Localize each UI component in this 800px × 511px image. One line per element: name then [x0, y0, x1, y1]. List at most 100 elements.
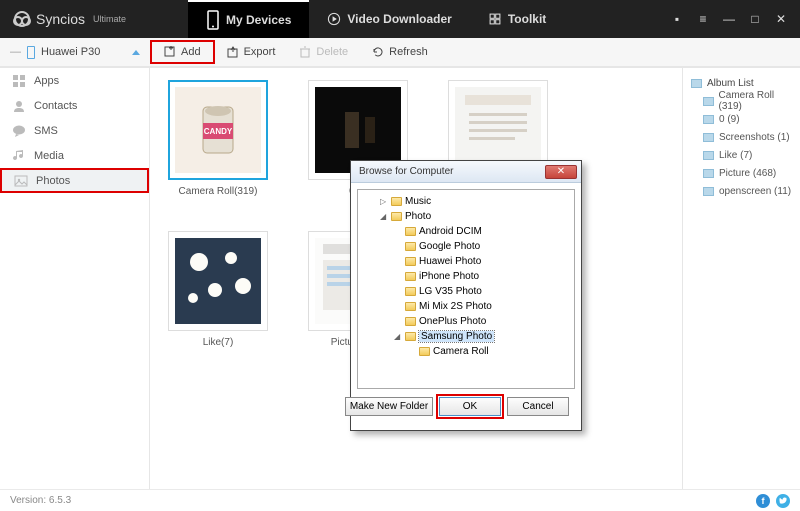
album-thumb[interactable]: CANDY Camera Roll(319)	[168, 80, 268, 197]
btn-label: Add	[181, 46, 201, 58]
tree-node[interactable]: LG V35 Photo	[360, 284, 572, 299]
chevron-up-icon	[132, 50, 140, 55]
thumb-image: CANDY	[168, 80, 268, 180]
folder-icon	[391, 197, 402, 206]
maximize-button[interactable]: □	[748, 12, 762, 26]
picture-icon	[691, 79, 702, 88]
apps-icon	[12, 74, 26, 88]
browse-folder-dialog: Browse for Computer ✕ ▷Music◢PhotoAndroi…	[350, 160, 582, 431]
btn-label: Export	[244, 46, 276, 58]
title-bar: Syncios Ultimate My Devices Video Downlo…	[0, 0, 800, 38]
play-circle-icon	[327, 9, 341, 29]
make-new-folder-button[interactable]: Make New Folder	[345, 397, 433, 416]
thumb-label: Camera Roll(319)	[168, 186, 268, 197]
add-button[interactable]: Add	[150, 40, 215, 64]
sidebar-item-sms[interactable]: SMS	[0, 118, 149, 143]
tree-node[interactable]: Google Photo	[360, 239, 572, 254]
chat-icon[interactable]: ▪	[670, 12, 684, 26]
photos-icon	[14, 174, 28, 188]
window-controls: ▪ ≡ — □ ✕	[670, 12, 800, 26]
album-thumb[interactable]: Like(7)	[168, 231, 268, 348]
tree-node[interactable]: Android DCIM	[360, 224, 572, 239]
folder-icon	[391, 212, 402, 221]
nav-label: Video Downloader	[347, 12, 451, 26]
album-list-item[interactable]: Camera Roll (319)	[687, 92, 796, 110]
phone-icon	[206, 10, 220, 30]
twitter-icon[interactable]	[776, 494, 790, 508]
sms-icon	[12, 124, 26, 138]
tree-label: OnePlus Photo	[419, 316, 486, 327]
status-bar: Version: 6.5.3 f	[0, 489, 800, 511]
dialog-title-bar[interactable]: Browse for Computer ✕	[351, 161, 581, 183]
tree-label: Photo	[405, 211, 431, 222]
tree-label: Camera Roll	[433, 346, 489, 357]
btn-label: Delete	[316, 46, 348, 58]
app-name: Syncios	[36, 11, 85, 27]
cancel-button[interactable]: Cancel	[507, 397, 569, 416]
tree-node[interactable]: ▷ Music	[360, 194, 572, 209]
minimize-button[interactable]: —	[722, 12, 736, 26]
sidebar: Apps Contacts SMS Media Photos	[0, 68, 150, 489]
close-button[interactable]: ✕	[774, 12, 788, 26]
folder-icon	[419, 347, 430, 356]
album-list-item[interactable]: Screenshots (1)	[687, 128, 796, 146]
tree-node[interactable]: ◢Photo	[360, 209, 572, 224]
add-icon	[164, 46, 176, 58]
app-logo: Syncios Ultimate	[0, 11, 188, 27]
tree-node[interactable]: Mi Mix 2S Photo	[360, 299, 572, 314]
refresh-icon	[372, 46, 384, 58]
tree-label: Music	[405, 196, 431, 207]
grid-icon	[488, 9, 502, 29]
folder-tree[interactable]: ▷Music◢PhotoAndroid DCIMGoogle PhotoHuaw…	[357, 189, 575, 389]
media-icon	[12, 149, 26, 163]
sidebar-label: SMS	[34, 125, 58, 137]
sidebar-item-photos[interactable]: Photos	[0, 168, 149, 193]
svg-text:CANDY: CANDY	[204, 127, 233, 136]
sidebar-item-media[interactable]: Media	[0, 143, 149, 168]
picture-icon	[703, 169, 714, 178]
tree-label: Samsung Photo	[419, 331, 494, 342]
picture-icon	[703, 115, 714, 124]
nav-my-devices[interactable]: My Devices	[188, 0, 309, 38]
tree-node[interactable]: iPhone Photo	[360, 269, 572, 284]
facebook-icon[interactable]: f	[756, 494, 770, 508]
tree-node[interactable]: ◢ Samsung Photo	[360, 329, 572, 344]
album-list-item[interactable]: Picture (468)	[687, 164, 796, 182]
device-name: Huawei P30	[41, 46, 100, 58]
nav-video-downloader[interactable]: Video Downloader	[309, 0, 469, 38]
picture-icon	[703, 151, 714, 160]
expand-icon: ▷	[380, 197, 388, 206]
dialog-close-button[interactable]: ✕	[545, 165, 577, 179]
sidebar-label: Media	[34, 150, 64, 162]
tree-label: Huawei Photo	[419, 256, 481, 267]
menu-icon[interactable]: ≡	[696, 12, 710, 26]
sidebar-item-contacts[interactable]: Contacts	[0, 93, 149, 118]
toolbar: — Huawei P30 Add Export Delete Refresh	[0, 38, 800, 68]
device-selector[interactable]: — Huawei P30	[0, 46, 150, 59]
sidebar-label: Photos	[36, 175, 70, 187]
folder-icon	[405, 332, 416, 341]
nav-toolkit[interactable]: Toolkit	[470, 0, 564, 38]
export-button[interactable]: Export	[215, 40, 288, 64]
trash-icon	[299, 46, 311, 58]
album-list-item[interactable]: openscreen (11)	[687, 182, 796, 200]
folder-icon	[405, 302, 416, 311]
tree-node[interactable]: OnePlus Photo	[360, 314, 572, 329]
delete-button[interactable]: Delete	[287, 40, 360, 64]
nav-label: My Devices	[226, 13, 291, 27]
ok-button[interactable]: OK	[439, 397, 501, 416]
album-list-panel: Album List Camera Roll (319) 0 (9) Scree…	[682, 68, 800, 489]
folder-icon	[405, 242, 416, 251]
album-list-item[interactable]: Like (7)	[687, 146, 796, 164]
refresh-button[interactable]: Refresh	[360, 40, 440, 64]
tree-label: iPhone Photo	[419, 271, 479, 282]
sidebar-item-apps[interactable]: Apps	[0, 68, 149, 93]
expand-icon: ◢	[394, 332, 402, 341]
tree-node[interactable]: Huawei Photo	[360, 254, 572, 269]
album-list-item[interactable]: 0 (9)	[687, 110, 796, 128]
folder-icon	[405, 257, 416, 266]
tree-node[interactable]: Camera Roll	[360, 344, 572, 359]
thumb-image	[168, 231, 268, 331]
tree-label: LG V35 Photo	[419, 286, 482, 297]
folder-icon	[405, 272, 416, 281]
